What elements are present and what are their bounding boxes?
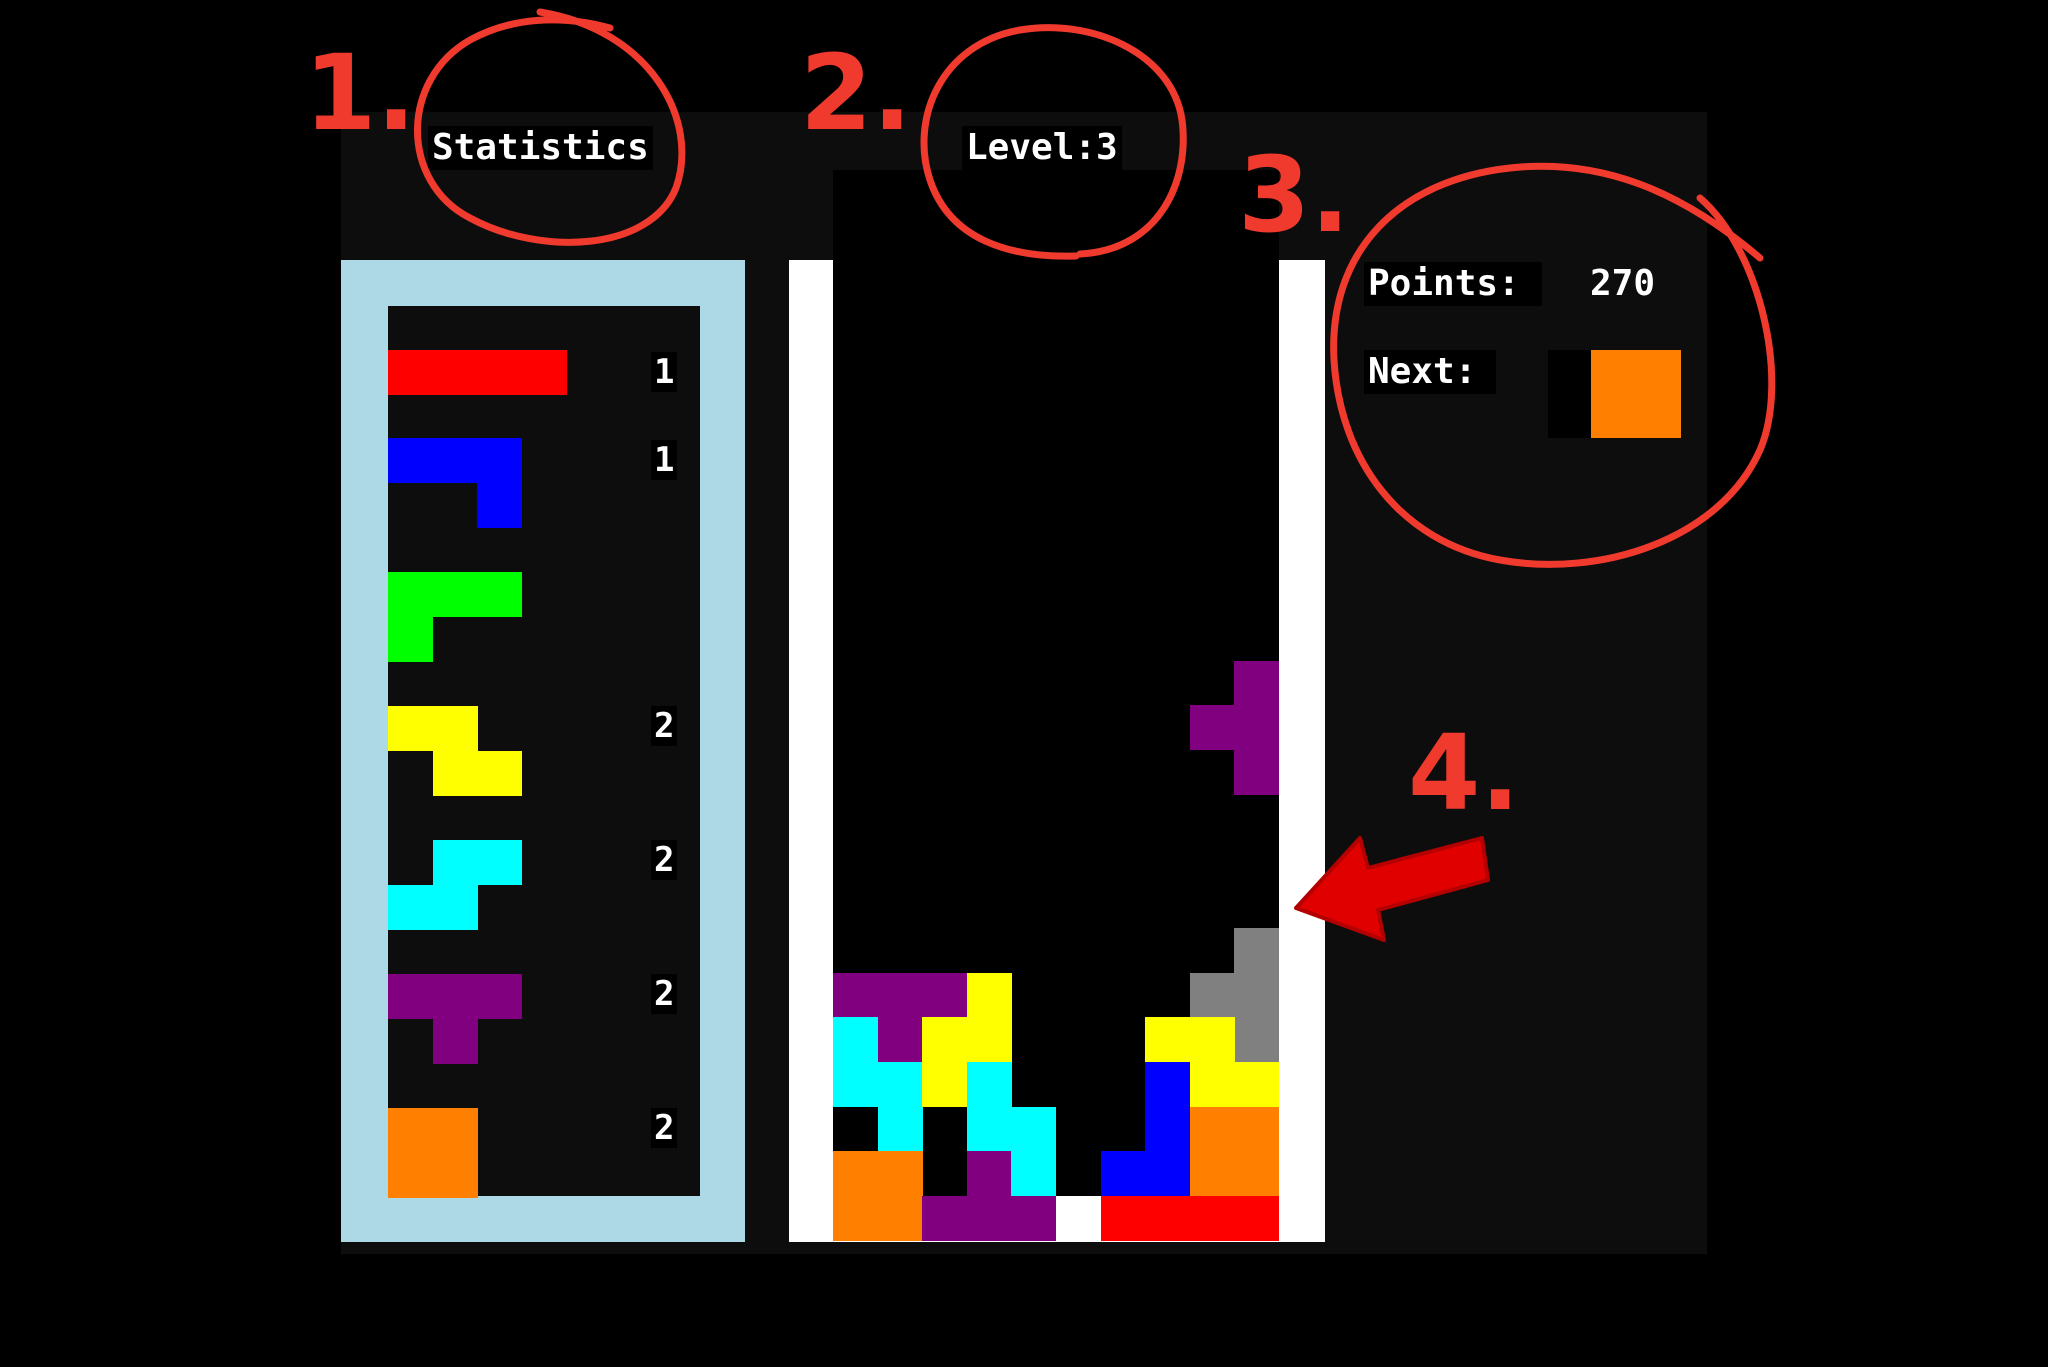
annotation-circle-3 — [1330, 162, 1776, 568]
annotation-circle-1 — [414, 8, 686, 246]
annotation-overlay — [414, 8, 1776, 942]
annotation-circle-2 — [920, 24, 1187, 260]
annotation-arrow-4 — [1294, 836, 1490, 942]
